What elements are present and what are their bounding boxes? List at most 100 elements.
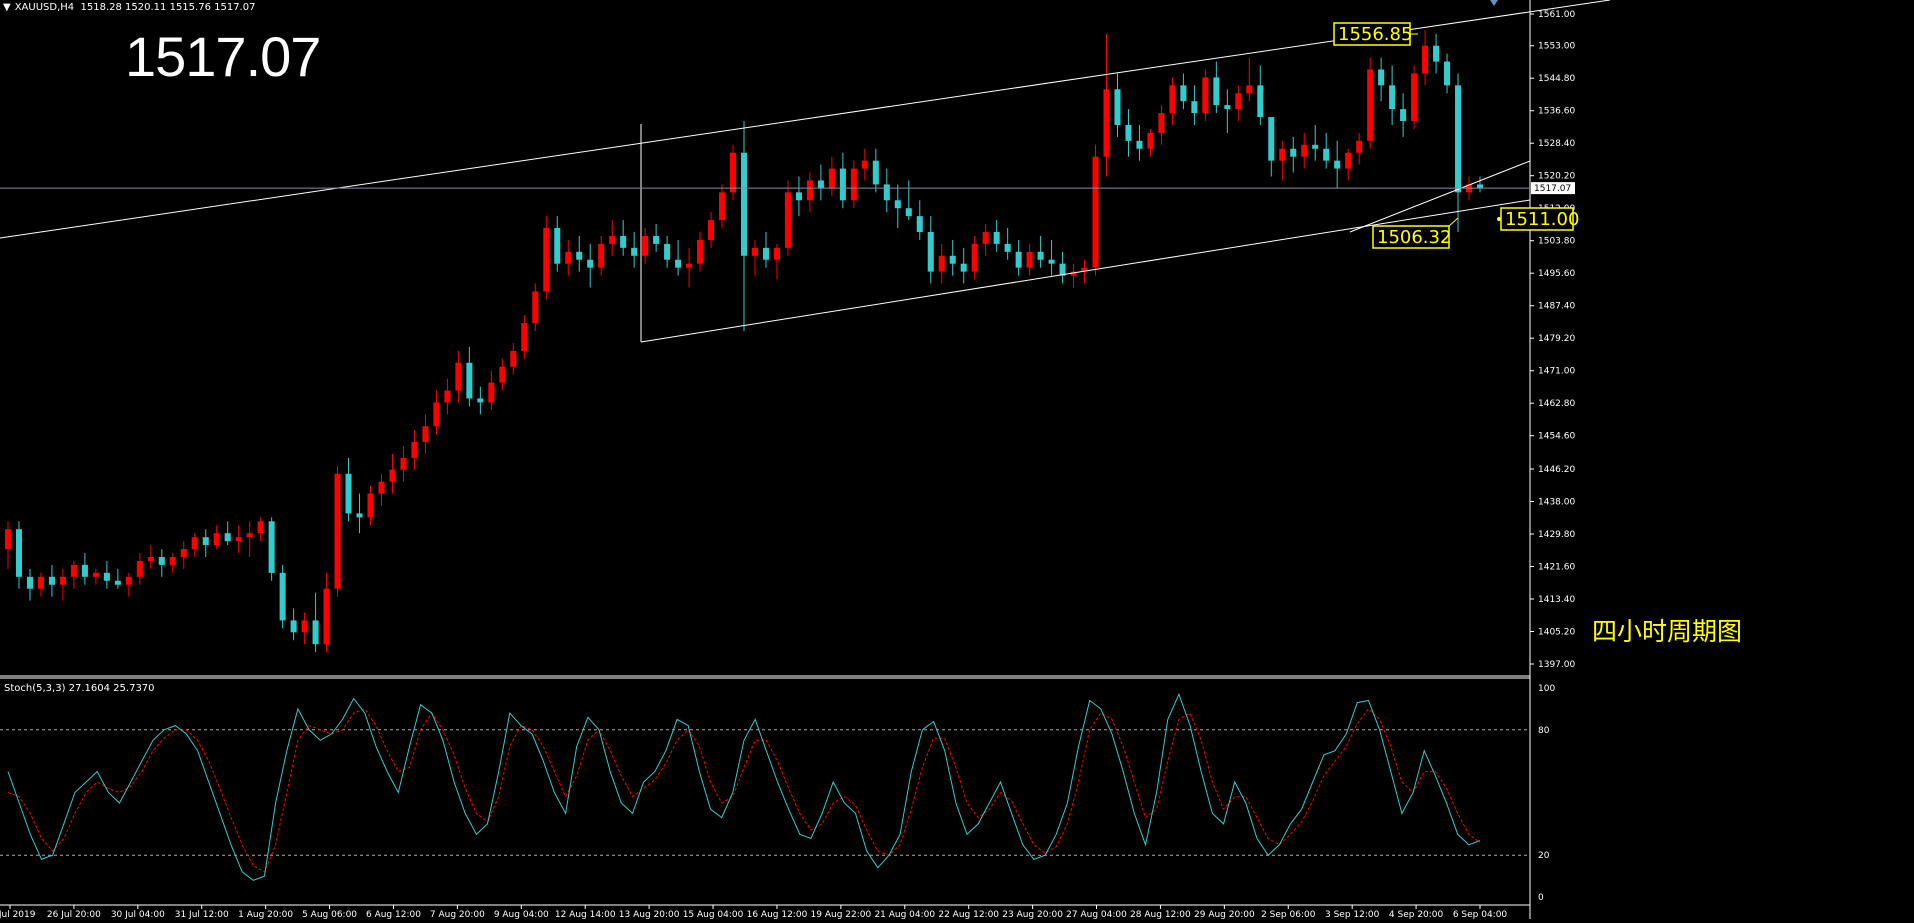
price-tick-label: 1471.00 xyxy=(1538,367,1575,377)
candle-body xyxy=(631,247,638,256)
candle-body xyxy=(675,259,682,268)
candle-body xyxy=(235,537,242,542)
candle-body xyxy=(1004,243,1011,252)
candle-body xyxy=(411,442,418,458)
candle-body xyxy=(1389,85,1396,110)
time-tick-label: 30 Jul 04:00 xyxy=(111,910,165,919)
collapse-triangle-icon[interactable]: ▼ xyxy=(3,2,11,13)
time-tick-label: 7 Aug 20:00 xyxy=(430,910,485,919)
candle-body xyxy=(1235,93,1242,110)
candle-body xyxy=(488,382,495,403)
price-tick-label: 1413.40 xyxy=(1538,595,1575,605)
candle-body xyxy=(719,192,726,221)
price-tick-label: 1405.20 xyxy=(1538,628,1575,638)
candle-body xyxy=(213,533,220,546)
price-tick-label: 1421.60 xyxy=(1538,563,1575,573)
stoch-main-line xyxy=(7,692,1481,881)
candle-body xyxy=(191,537,198,550)
price-tick-label: 1446.20 xyxy=(1538,465,1575,475)
price-tick-label: 1397.00 xyxy=(1538,660,1575,670)
stoch-axis-label: 80 xyxy=(1538,726,1550,736)
candle-body xyxy=(1037,251,1044,260)
candle-body xyxy=(70,564,77,577)
candle-body xyxy=(1444,61,1451,86)
candle-body xyxy=(26,576,33,589)
candle-body xyxy=(15,529,23,577)
candle-body xyxy=(1015,251,1022,268)
candle-body xyxy=(81,564,88,577)
time-tick-label: 13 Aug 20:00 xyxy=(619,910,680,919)
price-tick-label: 1479.20 xyxy=(1538,334,1575,344)
candle-body xyxy=(455,362,462,391)
candle-body xyxy=(169,556,176,565)
candle-body xyxy=(708,220,715,240)
current-price-tag: 1517.07 xyxy=(1534,184,1571,194)
candle-body xyxy=(762,247,769,260)
candle-body xyxy=(894,200,901,209)
price-chart[interactable]: 1561.00 1553.00 1544.80 1536.60 1528.40 1520.… xyxy=(0,0,1914,920)
candle-body xyxy=(59,576,66,585)
price-tick-label: 1503.80 xyxy=(1538,237,1575,247)
time-tick-label: 3 Sep 12:00 xyxy=(1325,910,1380,919)
time-tick-label: 4 Sep 20:00 xyxy=(1389,910,1444,919)
time-tick-label: 25 Jul 2019 xyxy=(0,910,36,919)
candle-body xyxy=(180,549,187,557)
candle-body xyxy=(1323,148,1330,161)
candle-body xyxy=(543,228,550,292)
time-tick-label: 2 Sep 06:00 xyxy=(1261,910,1316,919)
candle-body xyxy=(1202,77,1209,114)
candle-body xyxy=(1213,77,1220,106)
candle-body xyxy=(1158,113,1165,133)
candle-body xyxy=(784,192,791,248)
price-tick-label: 1429.80 xyxy=(1538,530,1575,540)
chart-window[interactable]: 1561.00 1553.00 1544.80 1536.60 1528.40 1520.… xyxy=(0,0,1914,920)
candle-body xyxy=(861,160,868,169)
price-tick-label: 1438.00 xyxy=(1538,498,1575,508)
candle-body xyxy=(103,572,110,581)
candle-body xyxy=(1422,45,1429,74)
time-tick-label: 1 Aug 20:00 xyxy=(238,910,293,919)
candle-body xyxy=(1180,85,1187,102)
candle-body xyxy=(367,493,374,518)
ohlc-readout: 1518.28 1520.11 1515.76 1517.07 xyxy=(80,2,256,13)
time-tick-label: 23 Aug 20:00 xyxy=(1002,910,1063,919)
candle-body xyxy=(37,576,44,589)
candle-body xyxy=(224,533,231,542)
price-tick-label: 1462.80 xyxy=(1538,399,1575,409)
stochastic-label: Stoch(5,3,3) 27.1604 25.7370 xyxy=(4,683,155,694)
stoch-axis-label: 20 xyxy=(1538,851,1550,861)
candle-body xyxy=(960,263,967,272)
candle-body xyxy=(751,247,759,256)
time-tick-label: 27 Aug 04:00 xyxy=(1066,910,1127,919)
price-tick-label: 1553.00 xyxy=(1538,42,1575,52)
candle-body xyxy=(510,350,517,367)
candle-body xyxy=(433,402,440,427)
candle-body xyxy=(1433,45,1440,62)
candle-body xyxy=(345,473,352,514)
candle-body xyxy=(1224,105,1231,110)
stoch-signal-line xyxy=(7,708,1481,873)
candle-body xyxy=(499,366,506,383)
trend-support-line xyxy=(0,161,1530,238)
candle-body xyxy=(1147,132,1154,149)
time-tick-label: 21 Aug 04:00 xyxy=(874,910,935,919)
candle-body xyxy=(1268,117,1275,161)
candle-body xyxy=(740,152,748,256)
candle-body xyxy=(795,192,802,201)
candle-body xyxy=(971,243,978,272)
low-label-leader xyxy=(1448,217,1459,227)
price-tick-label: 1544.80 xyxy=(1538,74,1575,84)
chart-caption: 四小时周期图 xyxy=(1592,617,1743,646)
candle-body xyxy=(620,235,627,248)
candle-body xyxy=(554,228,561,264)
candle-body xyxy=(576,251,583,260)
candle-body xyxy=(883,184,890,201)
level-price-label-text: 1511.00 xyxy=(1505,209,1579,230)
price-tick-label: 1487.40 xyxy=(1538,302,1575,312)
candle-body xyxy=(1169,85,1176,114)
candle-body xyxy=(916,216,923,232)
candle-body xyxy=(532,291,539,324)
candle-body xyxy=(1455,85,1462,193)
candle-body xyxy=(378,481,385,494)
candle-body xyxy=(686,263,693,268)
